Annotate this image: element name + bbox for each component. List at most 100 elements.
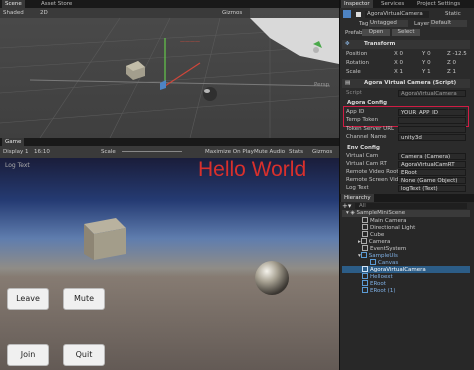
mute-button[interactable]: Mute <box>63 288 105 310</box>
layer-label: Layer <box>414 21 430 27</box>
scale-slider[interactable] <box>122 151 182 152</box>
log-text-field[interactable]: logText (Text) <box>398 184 466 192</box>
prefab-select-button[interactable]: Select <box>392 29 420 36</box>
tag-label: Tag <box>359 21 369 27</box>
script-field[interactable]: AgoraVirtualCamera <box>398 89 466 97</box>
hierarchy-item-scene[interactable]: ▾ ◈ SampleMiniScene <box>342 210 470 217</box>
app-id-row: App ID YOUR_APP_ID <box>342 108 470 116</box>
gameobject-icon <box>362 280 368 286</box>
position-x-field[interactable]: X 0 <box>394 50 403 58</box>
transform-header[interactable]: ✥ Transform <box>342 40 470 49</box>
mute-audio-toggle[interactable]: Mute Audio <box>254 146 285 158</box>
app-id-field[interactable]: YOUR_APP_ID <box>398 108 466 116</box>
tab-game[interactable]: Game <box>2 138 25 146</box>
game-view: Log Text Hello World Leave Mute Join Qui… <box>0 158 339 370</box>
channel-name-field[interactable]: unity3d <box>398 133 466 141</box>
gameobject-icon <box>362 224 368 230</box>
scene-icon: ▾ ◈ <box>346 210 357 216</box>
stats-toggle[interactable]: Stats <box>289 146 303 158</box>
rotation-y-field[interactable]: Y 0 <box>422 59 431 67</box>
maximize-on-play-toggle[interactable]: Maximize On Play <box>205 146 254 158</box>
virtual-cam-field[interactable]: Camera (Camera) <box>398 152 466 160</box>
display-dropdown[interactable]: Display 1 <box>3 146 29 158</box>
token-server-field[interactable] <box>398 125 466 133</box>
persp-label[interactable]: Persp <box>314 82 329 88</box>
gameobject-icon <box>362 273 368 279</box>
gameobject-icon <box>362 217 368 223</box>
scene-tabbar: Scene Asset Store <box>0 0 339 8</box>
create-plus-button[interactable]: +▾ <box>342 202 351 210</box>
remote-video-root-field[interactable]: ERoot <box>398 168 466 176</box>
prefab-open-button[interactable]: Open <box>362 29 390 36</box>
script-row: Script AgoraVirtualCamera <box>342 89 470 97</box>
prefab-icon <box>360 252 367 258</box>
layer-dropdown[interactable]: Default <box>430 20 467 27</box>
position-y-field[interactable]: Y 0 <box>422 50 431 58</box>
tab-hierarchy[interactable]: Hierarchy <box>341 194 374 202</box>
tab-asset-store[interactable]: Asset Store <box>38 0 75 8</box>
game-gizmos-dropdown[interactable]: Gizmos <box>312 146 332 158</box>
virtual-cam-rt-field[interactable]: AgoraVirtualCamRT <box>398 160 466 168</box>
channel-name-row: Channel Name unity3d <box>342 133 470 141</box>
active-checkbox[interactable] <box>356 12 361 17</box>
scene-grid: ———— <box>0 17 339 138</box>
log-text-row: Log Text logText (Text) <box>342 184 470 192</box>
tag-dropdown[interactable]: Untagged <box>369 20 408 27</box>
remote-screen-video-row: Remote Screen Video None (Game Object) <box>342 176 470 184</box>
join-button[interactable]: Join <box>7 344 49 366</box>
position-z-field[interactable]: Z -12.5 <box>447 50 467 58</box>
scene-view[interactable]: Shaded 2D Gizmos ———— Persp <box>0 8 339 138</box>
hierarchy-item-camera[interactable]: ▸ Camera <box>358 238 390 245</box>
gameobject-icon <box>370 259 376 265</box>
gameobject-icon <box>360 238 367 244</box>
tab-scene[interactable]: Scene <box>2 0 25 8</box>
hierarchy-item-cube[interactable]: Cube <box>362 231 384 238</box>
temp-token-field[interactable] <box>398 116 466 124</box>
object-name-field[interactable]: AgoraVirtualCamera <box>365 11 429 18</box>
prefab-label: Prefab <box>345 30 363 36</box>
temp-token-row: Temp Token <box>342 116 470 124</box>
transform-rotation-row: Rotation X 0 Y 0 Z 0 <box>346 59 457 67</box>
hierarchy-item-helloext[interactable]: Helloext <box>362 273 393 280</box>
tab-project-settings[interactable]: Project Settings <box>414 0 463 8</box>
gameobject-icon <box>362 245 368 251</box>
gameobject-cube-icon <box>343 10 351 18</box>
hierarchy-item-canvas[interactable]: Canvas <box>370 259 398 266</box>
aspect-dropdown[interactable]: 16:10 <box>34 146 50 158</box>
hierarchy-item-eroot-1[interactable]: ERoot (1) <box>362 287 395 294</box>
hierarchy-item-agora-virtual-camera[interactable]: AgoraVirtualCamera <box>342 266 470 273</box>
scale-y-field[interactable]: Y 1 <box>422 68 431 76</box>
remote-screen-video-field[interactable]: None (Game Object) <box>398 176 466 184</box>
hierarchy-item-main-camera[interactable]: Main Camera <box>362 217 406 224</box>
rotation-z-field[interactable]: Z 0 <box>447 59 456 67</box>
scale-z-field[interactable]: Z 1 <box>447 68 456 76</box>
tab-services[interactable]: Services <box>378 0 407 8</box>
remote-video-root-row: Remote Video Root ERoot <box>342 168 470 176</box>
env-config-header: Env Config <box>347 145 380 151</box>
virtual-cam-rt-row: Virtual Cam RT AgoraVirtualCamRT <box>342 160 470 168</box>
prefab-icon <box>362 266 368 272</box>
script-component-header[interactable]: ▤ Agora Virtual Camera (Script) <box>342 79 470 88</box>
game-objects <box>84 218 289 295</box>
scale-x-field[interactable]: X 1 <box>394 68 403 76</box>
hierarchy-item-sampleuis[interactable]: ▾ SampleUIs <box>358 252 398 259</box>
transform-icon: ✥ <box>345 41 350 47</box>
hierarchy-tabbar: Hierarchy <box>340 194 474 202</box>
quit-button[interactable]: Quit <box>63 344 105 366</box>
hierarchy-panel <box>339 196 474 370</box>
rotation-x-field[interactable]: X 0 <box>394 59 403 67</box>
tab-inspector[interactable]: Inspector <box>341 0 373 8</box>
leave-button[interactable]: Leave <box>7 288 49 310</box>
script-icon: ▤ <box>345 80 351 86</box>
token-server-row: Token Server URL <box>342 125 470 133</box>
hierarchy-item-directional-light[interactable]: Directional Light <box>362 224 415 231</box>
gameobject-icon <box>362 231 368 237</box>
scale-label: Scale <box>101 149 116 155</box>
inspector-tabbar: Inspector Services Project Settings <box>340 0 474 8</box>
svg-text:————: ———— <box>180 39 200 45</box>
hierarchy-item-eventsystem[interactable]: EventSystem <box>362 245 406 252</box>
hierarchy-search-input[interactable]: All <box>355 203 467 209</box>
hierarchy-item-eroot[interactable]: ERoot <box>362 280 386 287</box>
gameobject-icon <box>362 287 368 293</box>
static-toggle[interactable]: Static <box>445 11 461 17</box>
